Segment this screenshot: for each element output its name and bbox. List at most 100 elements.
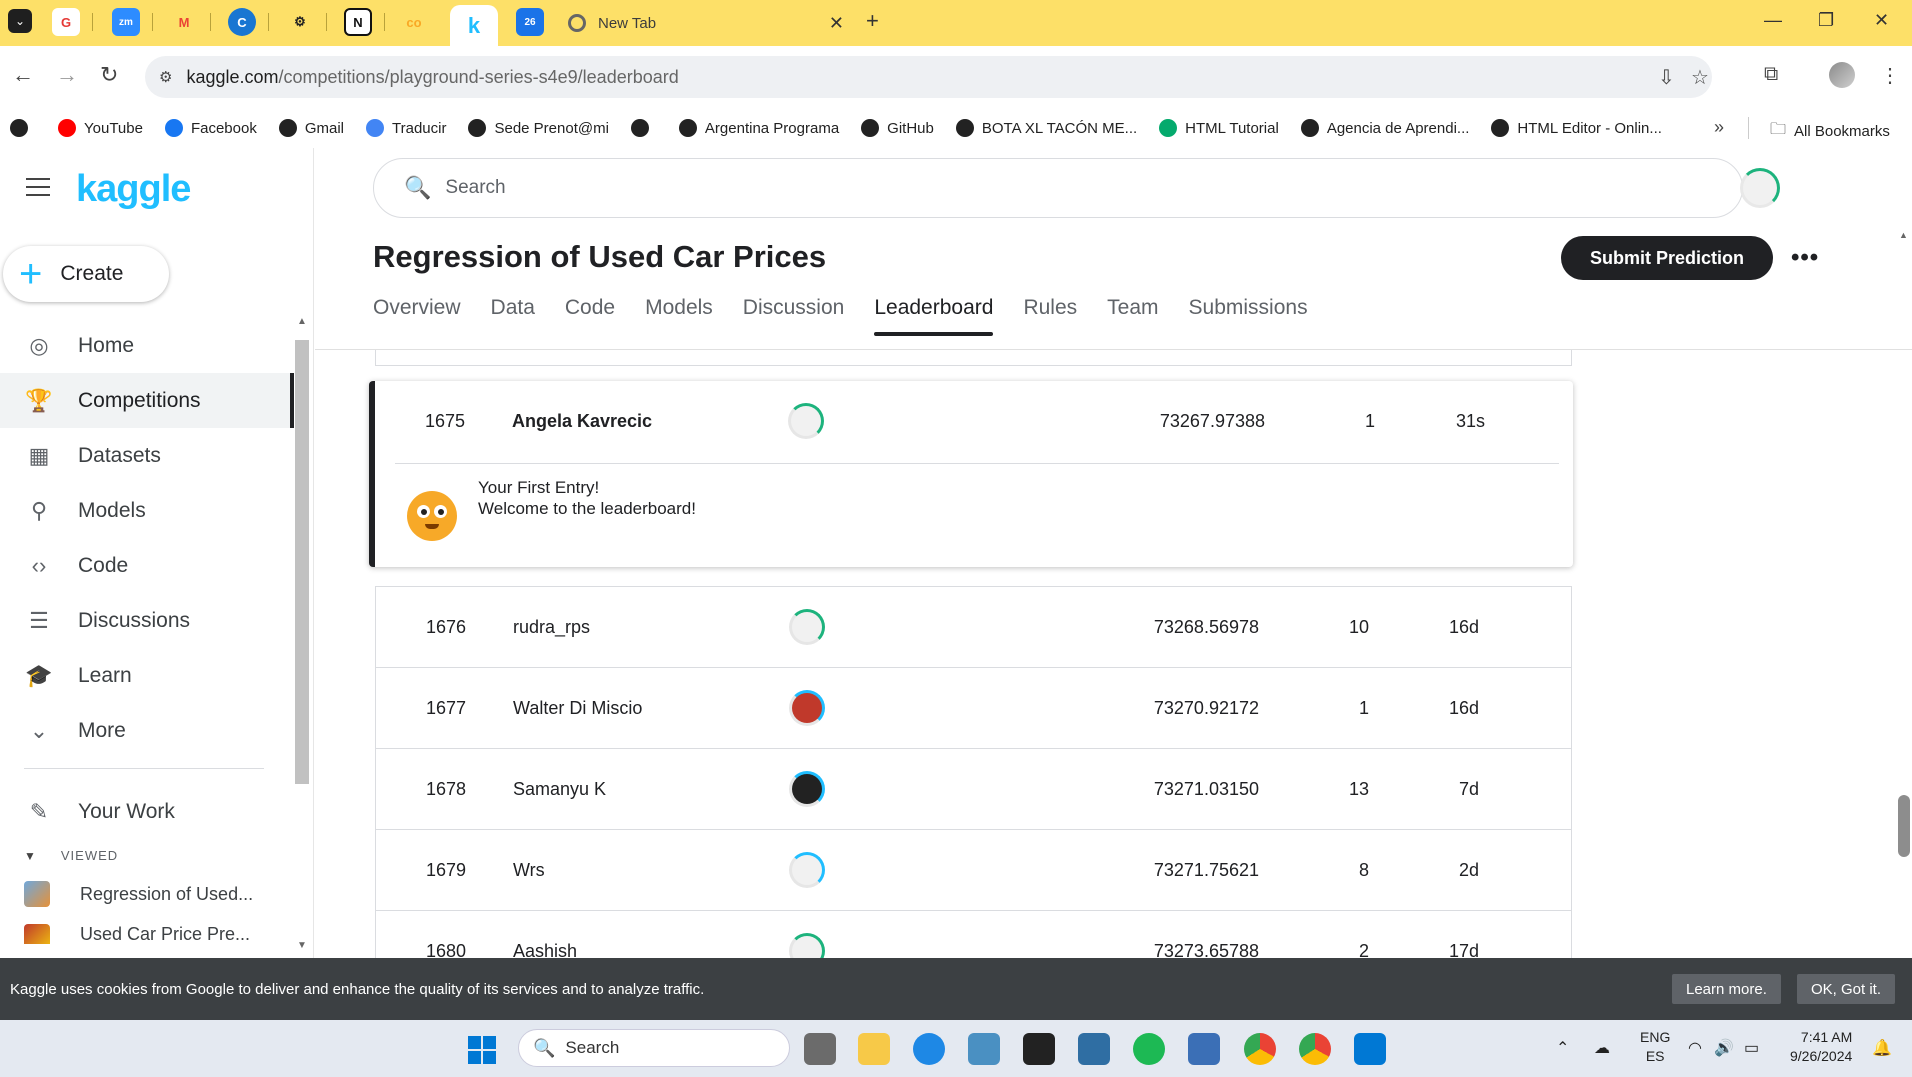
profile-avatar[interactable] xyxy=(1829,62,1855,88)
team-name[interactable]: Wrs xyxy=(513,860,545,881)
table-row[interactable]: 1680 Aashish 73273.65788 2 17d xyxy=(376,911,1571,958)
pinned-tab-calendar[interactable]: 26 xyxy=(516,8,544,36)
tab-models[interactable]: Models xyxy=(645,296,713,336)
reload-icon[interactable]: ↻ xyxy=(100,62,118,88)
bookmark-item[interactable]: HTML Tutorial xyxy=(1159,119,1279,137)
page-scrollbar[interactable]: ▲ xyxy=(1894,230,1912,958)
team-avatar[interactable] xyxy=(788,403,824,439)
tab-data[interactable]: Data xyxy=(491,296,535,336)
tab-discussion[interactable]: Discussion xyxy=(743,296,845,336)
team-avatar[interactable] xyxy=(789,852,825,888)
address-bar[interactable]: ⚙ kaggle.com/competitions/playground-ser… xyxy=(145,56,1712,98)
extensions-icon[interactable]: ⧉ xyxy=(1764,63,1778,86)
taskbar-search[interactable]: 🔍 Search xyxy=(518,1029,790,1067)
close-window-icon[interactable]: ✕ xyxy=(1874,10,1889,31)
bookmark-item[interactable]: YouTube xyxy=(58,119,143,137)
scroll-up-icon[interactable]: ▲ xyxy=(1899,230,1908,240)
sidebar-item-discussions[interactable]: ☰ Discussions xyxy=(0,593,294,648)
bookmark-item[interactable]: GitHub xyxy=(861,119,934,137)
tab-leaderboard[interactable]: Leaderboard xyxy=(874,296,994,336)
sidebar-item-more[interactable]: ⌄ More xyxy=(0,703,294,758)
pinned-tab-1[interactable]: G xyxy=(52,8,80,36)
pinned-tab-c[interactable]: C xyxy=(228,8,256,36)
language-indicator[interactable]: ENG ES xyxy=(1640,1028,1670,1066)
tab-new-tab[interactable]: New Tab ✕ xyxy=(568,8,844,38)
volume-icon[interactable]: 🔊 xyxy=(1714,1038,1734,1058)
bookmark-star-icon[interactable]: ☆ xyxy=(1691,65,1709,90)
bookmark-item[interactable]: Sede Prenot@mi xyxy=(468,119,609,137)
ok-got-it-button[interactable]: OK, Got it. xyxy=(1797,974,1896,1004)
control-panel-icon[interactable] xyxy=(968,1033,1000,1065)
wifi-icon[interactable]: ◠ xyxy=(1688,1038,1702,1058)
cloud-offline-icon[interactable]: ☁ xyxy=(1594,1038,1610,1058)
chrome-icon[interactable] xyxy=(1299,1033,1331,1065)
sidebar-item-learn[interactable]: 🎓 Learn xyxy=(0,648,294,703)
bookmark-item[interactable]: BOTA XL TACÓN ME... xyxy=(955,119,1137,137)
team-name[interactable]: Walter Di Miscio xyxy=(513,698,642,719)
learn-more-button[interactable]: Learn more. xyxy=(1672,974,1781,1004)
dell-icon[interactable] xyxy=(913,1033,945,1065)
more-bookmarks-icon[interactable]: » xyxy=(1714,117,1724,138)
maximize-icon[interactable]: ❐ xyxy=(1818,10,1834,31)
back-icon[interactable]: ← xyxy=(12,62,34,88)
tab-submissions[interactable]: Submissions xyxy=(1189,296,1308,336)
install-app-icon[interactable]: ⇩ xyxy=(1658,65,1675,90)
notification-bell-icon[interactable]: 🔔 xyxy=(1872,1038,1892,1058)
sidebar-item-competitions[interactable]: 🏆 Competitions xyxy=(0,373,294,428)
team-avatar[interactable] xyxy=(789,690,825,726)
create-button[interactable]: + Create xyxy=(3,246,169,302)
menu-icon[interactable] xyxy=(26,178,50,196)
team-avatar[interactable] xyxy=(789,771,825,807)
tab-code[interactable]: Code xyxy=(565,296,615,336)
chrome-profile-icon[interactable] xyxy=(1244,1033,1276,1065)
pinned-tab-zoom[interactable]: zm xyxy=(112,8,140,36)
viewed-item[interactable]: Regression of Used... xyxy=(24,879,253,909)
all-bookmarks-button[interactable]: 🗀 All Bookmarks xyxy=(1770,118,1890,145)
bookmark-item[interactable]: HTML Editor - Onlin... xyxy=(1491,119,1662,137)
pinned-tab-chatgpt[interactable]: ⚙ xyxy=(286,8,314,36)
bookmark-item[interactable]: Facebook xyxy=(164,119,257,137)
table-row[interactable]: 1678 Samanyu K 73271.03150 13 7d xyxy=(376,749,1571,830)
sidebar-item-home[interactable]: ◎ Home xyxy=(0,318,294,373)
tab-rules[interactable]: Rules xyxy=(1023,296,1077,336)
viewed-header[interactable]: ▼ VIEWED xyxy=(24,848,118,863)
table-row-highlighted[interactable]: 1675 Angela Kavrecic 73267.97388 1 31s xyxy=(375,381,1573,461)
pinned-tab-gmail[interactable]: M xyxy=(170,8,198,36)
submit-prediction-button[interactable]: Submit Prediction xyxy=(1561,236,1773,280)
sidebar-scrollbar[interactable]: ▲ ▼ xyxy=(294,316,310,956)
sidebar-item-your-work[interactable]: ✎ Your Work xyxy=(0,784,294,839)
team-avatar[interactable] xyxy=(789,933,825,958)
vscode-icon[interactable] xyxy=(1354,1033,1386,1065)
scroll-up-icon[interactable]: ▲ xyxy=(297,316,307,327)
sidebar-item-datasets[interactable]: ▦ Datasets xyxy=(0,428,294,483)
scrollbar-thumb[interactable] xyxy=(1898,795,1910,857)
table-row[interactable]: 1677 Walter Di Miscio 73270.92172 1 16d xyxy=(376,668,1571,749)
file-explorer-icon[interactable] xyxy=(858,1033,890,1065)
more-options-icon[interactable]: ••• xyxy=(1791,244,1819,272)
tab-team[interactable]: Team xyxy=(1107,296,1158,336)
viewed-item[interactable]: Used Car Price Pre... xyxy=(24,924,250,944)
sidebar-item-models[interactable]: ⚲ Models xyxy=(0,483,294,538)
table-row[interactable]: 1676 rudra_rps 73268.56978 10 16d xyxy=(376,587,1571,668)
team-name[interactable]: Angela Kavrecic xyxy=(512,411,652,432)
tab-overview[interactable]: Overview xyxy=(373,296,461,336)
network-app-icon[interactable] xyxy=(1188,1033,1220,1065)
spotify-icon[interactable] xyxy=(1133,1033,1165,1065)
task-view-icon[interactable] xyxy=(804,1033,836,1065)
show-hidden-icons-icon[interactable]: ⌃ xyxy=(1556,1038,1569,1058)
pinned-tab-notion[interactable]: N xyxy=(344,8,372,36)
scrollbar-thumb[interactable] xyxy=(295,340,309,784)
start-button[interactable] xyxy=(468,1036,496,1064)
team-avatar[interactable] xyxy=(789,609,825,645)
active-tab-kaggle[interactable]: k xyxy=(450,5,498,46)
table-row[interactable]: 1679 Wrs 73271.75621 8 2d xyxy=(376,830,1571,911)
minimize-icon[interactable]: — xyxy=(1764,10,1782,31)
team-name[interactable]: Samanyu K xyxy=(513,779,606,800)
mysql-icon[interactable] xyxy=(1078,1033,1110,1065)
search-input[interactable] xyxy=(445,177,1646,199)
bookmark-item[interactable] xyxy=(630,119,657,137)
new-tab-button[interactable]: + xyxy=(866,8,879,34)
scroll-down-icon[interactable]: ▼ xyxy=(297,940,307,951)
team-name[interactable]: Aashish xyxy=(513,941,577,959)
close-tab-icon[interactable]: ✕ xyxy=(829,13,844,34)
